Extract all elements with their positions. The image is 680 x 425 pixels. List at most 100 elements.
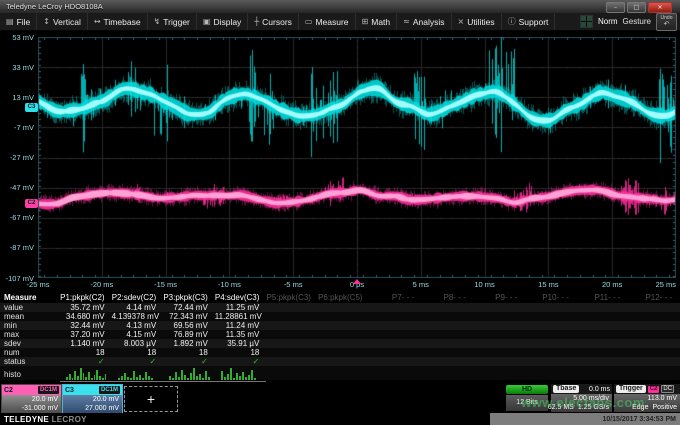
measure-row-label: mean <box>0 312 60 321</box>
measure-column-header-p10[interactable]: P10- - - <box>524 293 576 302</box>
histogram-bar <box>118 378 120 380</box>
menu-item-math[interactable]: ⊞Math <box>356 13 398 30</box>
channel-offset: -31.000 mV <box>2 404 58 413</box>
menu-item-measure-label: Measure <box>315 17 348 27</box>
measure-histogram-cell <box>215 366 267 382</box>
measure-column-header-p9[interactable]: P9- - - <box>473 293 525 302</box>
menu-item-analysis[interactable]: ≈Analysis <box>397 13 451 30</box>
measure-column-header-p7[interactable]: P7- - - <box>370 293 422 302</box>
trigger-level-value: 113.0 mV <box>648 394 677 403</box>
x-axis-label: 25 ms <box>632 280 676 289</box>
histogram-bar <box>239 376 241 380</box>
measure-title: Measure <box>0 293 60 302</box>
measure-mean-cell: 4.139378 mV <box>112 312 164 321</box>
trigger-type: Edge <box>632 403 648 412</box>
measure-row-min: min32.44 mV4.13 mV69.56 mV11.24 mV <box>0 321 680 330</box>
sample-rate: 1.25 GS/s <box>578 403 609 412</box>
coupling-badge: DC1M <box>38 386 59 394</box>
calculator-icon: ⊞ <box>362 17 369 26</box>
measure-column-header-p6[interactable]: P6:pkpk(C5) <box>318 293 370 302</box>
window-controls: – □ × <box>606 2 672 13</box>
measure-histogram-cell <box>266 367 318 382</box>
menu-item-vertical[interactable]: ↕Vertical <box>37 13 88 30</box>
measure-min-cell: 11.24 mV <box>215 321 267 330</box>
channel-descriptor-C2[interactable]: C2DC1M20.0 mV-31.000 mV <box>1 384 62 414</box>
menu-item-utilities-label: Utilities <box>467 17 494 27</box>
oscilloscope-screen: Teledyne LeCroy HDO8108A – □ × ▤File↕Ver… <box>0 0 680 425</box>
resolution-label: 12 Bits <box>506 395 548 411</box>
histogram-bar <box>224 377 226 380</box>
trigger-position-marker[interactable] <box>353 279 361 284</box>
menu-item-timebase[interactable]: ↔Timebase <box>88 13 148 30</box>
wrench-icon: × <box>458 17 465 26</box>
measure-column-header-p12[interactable]: P12- - - <box>628 293 680 302</box>
trigger-pulse-icon: ↯ <box>154 17 161 26</box>
ruler-icon: ▭ <box>305 17 313 26</box>
histogram-bar <box>136 377 138 380</box>
measure-histogram-cell <box>576 367 628 382</box>
measure-table: MeasureP1:pkpk(C2)P2:sdev(C2)P3:pkpk(C3)… <box>0 292 680 380</box>
menu-item-measure[interactable]: ▭Measure <box>299 13 356 30</box>
waveform-display[interactable] <box>38 37 676 278</box>
channel-marker-C3[interactable]: C3 <box>25 103 38 112</box>
y-axis-label: 13 mV <box>0 93 34 102</box>
menu-item-cursors[interactable]: ┼Cursors <box>248 13 299 30</box>
histogram-bar <box>74 371 76 380</box>
measure-column-header-p3[interactable]: P3:pkpk(C3) <box>163 293 215 302</box>
timebase-descriptor[interactable]: Tbase 0.0 ms 5.00 ms/div 62.5 MS 1.25 GS… <box>551 384 612 412</box>
undo-button[interactable]: Undo ↶ <box>656 13 677 31</box>
measure-column-header-p4[interactable]: P4:sdev(C3) <box>215 293 267 302</box>
measure-row-label: min <box>0 321 60 330</box>
grid-layout-icon[interactable] <box>580 15 593 28</box>
channel-marker-C2[interactable]: C2 <box>25 199 38 208</box>
measure-column-header-p8[interactable]: P8- - - <box>421 293 473 302</box>
measure-column-header-p1[interactable]: P1:pkpk(C2) <box>60 293 112 302</box>
add-trace-button[interactable]: + <box>124 386 178 412</box>
channel-id-label: C3 <box>65 387 74 394</box>
menu-item-support[interactable]: ⓘSupport <box>502 13 556 30</box>
brand-logo: TELEDYNE LECROY <box>0 415 87 424</box>
measure-num-cell: 18 <box>60 348 112 357</box>
channel-offset: 27.000 mV <box>63 404 119 413</box>
menu-item-trigger[interactable]: ↯Trigger <box>148 13 197 30</box>
measure-max-cell: 11.35 mV <box>215 330 267 339</box>
trigger-slope: Positive <box>652 403 677 412</box>
maximize-button[interactable]: □ <box>627 2 646 13</box>
trigger-descriptor[interactable]: Trigger C2 DC 113.0 mV Edge Positive <box>614 384 680 412</box>
menu-item-display[interactable]: ▣Display <box>197 13 248 30</box>
measure-sdev-cell: 1.140 mV <box>60 339 112 348</box>
measure-status-cell: ✓ <box>112 357 164 366</box>
measure-status-cell: ✓ <box>163 357 215 366</box>
measure-value-cell: 11.25 mV <box>215 303 267 312</box>
measure-row-histo: histo <box>0 366 680 380</box>
hd-mode-badge: HD <box>506 385 548 394</box>
measure-mean-cell: 11.28861 mV <box>215 312 267 321</box>
close-button[interactable]: × <box>648 2 672 13</box>
time-per-division: 5.00 ms/div <box>573 394 609 403</box>
measure-histogram-cell <box>60 366 112 382</box>
minimize-button[interactable]: – <box>606 2 625 13</box>
measure-row-label: status <box>0 357 60 366</box>
histogram-bar <box>199 374 201 380</box>
timebase-label: Tbase <box>553 385 579 393</box>
y-axis-label: -87 mV <box>0 243 34 252</box>
menu-item-file[interactable]: ▤File <box>0 13 37 30</box>
histogram-bar <box>208 377 210 380</box>
menu-item-utilities[interactable]: ×Utilities <box>452 13 502 30</box>
menu-item-math-label: Math <box>371 17 390 27</box>
status-check-icon: ✓ <box>149 357 156 366</box>
channel-descriptor-C3[interactable]: C3DC1M20.0 mV27.000 mV <box>62 384 123 414</box>
measure-mean-cell: 34.680 mV <box>60 312 112 321</box>
x-axis-label: -15 ms <box>144 280 188 289</box>
gesture-label[interactable]: Gesture <box>623 17 651 26</box>
measure-status-cell: ✓ <box>215 357 267 366</box>
menu-item-vertical-label: Vertical <box>53 17 81 27</box>
histogram-bar <box>83 373 85 380</box>
measure-column-header-p5[interactable]: P5:pkpk(C3) <box>266 293 318 302</box>
measure-column-header-p2[interactable]: P2:sdev(C2) <box>112 293 164 302</box>
measure-mean-cell: 72.343 mV <box>163 312 215 321</box>
waveform-icon: ≈ <box>403 17 410 26</box>
measure-column-header-p11[interactable]: P11- - - <box>576 293 628 302</box>
vertical-arrows-icon: ↕ <box>43 17 50 26</box>
measure-status-cell: ✓ <box>60 357 112 366</box>
